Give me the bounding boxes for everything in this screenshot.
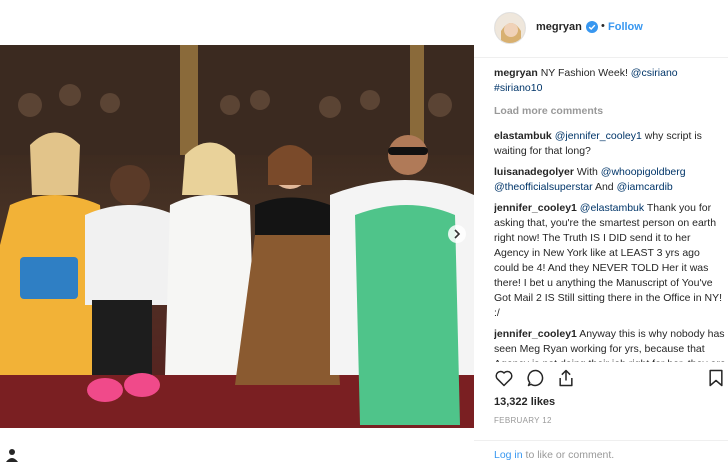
comment-mention[interactable]: @theofficialsuperstar — [494, 181, 593, 193]
post-sidebar: megryan • Follow megryan NY Fashion Week… — [474, 0, 728, 465]
caption: megryan NY Fashion Week! @csiriano #siri… — [494, 66, 726, 96]
comments-list: megryan NY Fashion Week! @csiriano #siri… — [494, 66, 726, 362]
avatar[interactable] — [494, 12, 526, 44]
comment-mention[interactable]: @elastambuk — [580, 202, 644, 214]
comment-user[interactable]: luisanadegolyer — [494, 166, 574, 178]
login-prompt-text: to like or comment. — [522, 449, 615, 461]
comment-icon[interactable] — [526, 368, 546, 388]
comment-mention[interactable]: @whoopigoldberg — [601, 166, 686, 178]
like-count[interactable]: 13,322 likes — [494, 396, 555, 408]
comment-text: With — [576, 166, 601, 178]
username[interactable]: megryan — [536, 21, 582, 33]
list-item: elastambuk @jennifer_cooley1 why script … — [494, 129, 726, 159]
caption-mention[interactable]: @csiriano — [631, 67, 678, 79]
comment-mention[interactable]: @iamcardib — [617, 181, 673, 193]
list-item: luisanadegolyer With @whoopigoldberg @th… — [494, 165, 726, 195]
post-date[interactable]: FEBRUARY 12 — [494, 416, 552, 425]
login-prompt: Log in to like or comment. — [494, 449, 614, 461]
action-bar — [494, 368, 726, 390]
caption-hashtag[interactable]: #siriano10 — [494, 82, 542, 94]
caption-user[interactable]: megryan — [494, 67, 538, 79]
share-icon[interactable] — [556, 368, 576, 388]
login-link[interactable]: Log in — [494, 449, 523, 461]
fashion-show-photo — [0, 45, 474, 428]
list-item: jennifer_cooley1 Anyway this is why nobo… — [494, 327, 726, 362]
load-more-comments[interactable]: Load more comments — [494, 104, 726, 119]
chevron-right-icon — [453, 229, 461, 239]
follow-button[interactable]: Follow — [608, 21, 643, 33]
comment-user[interactable]: jennifer_cooley1 — [494, 328, 577, 340]
verified-badge-icon — [586, 21, 598, 33]
separator-dot: • — [601, 20, 605, 32]
login-footer: Log in to like or comment. — [474, 440, 728, 465]
comment-text: Thank you for asking that, you're the sm… — [494, 202, 722, 319]
avatar-image — [495, 13, 525, 43]
list-item: jennifer_cooley1 @elastambuk Thank you f… — [494, 201, 726, 321]
user-icon[interactable] — [4, 448, 20, 462]
comment-mention[interactable]: @jennifer_cooley1 — [555, 130, 642, 142]
post-header: megryan • Follow — [474, 0, 728, 58]
caption-text: NY Fashion Week! — [540, 67, 631, 79]
comment-text: And — [592, 181, 617, 193]
next-photo-button[interactable] — [448, 225, 466, 243]
comment-user[interactable]: jennifer_cooley1 — [494, 202, 577, 214]
heart-icon[interactable] — [494, 368, 514, 388]
post-photo[interactable] — [0, 45, 474, 428]
bookmark-icon[interactable] — [706, 368, 726, 388]
comment-user[interactable]: elastambuk — [494, 130, 552, 142]
